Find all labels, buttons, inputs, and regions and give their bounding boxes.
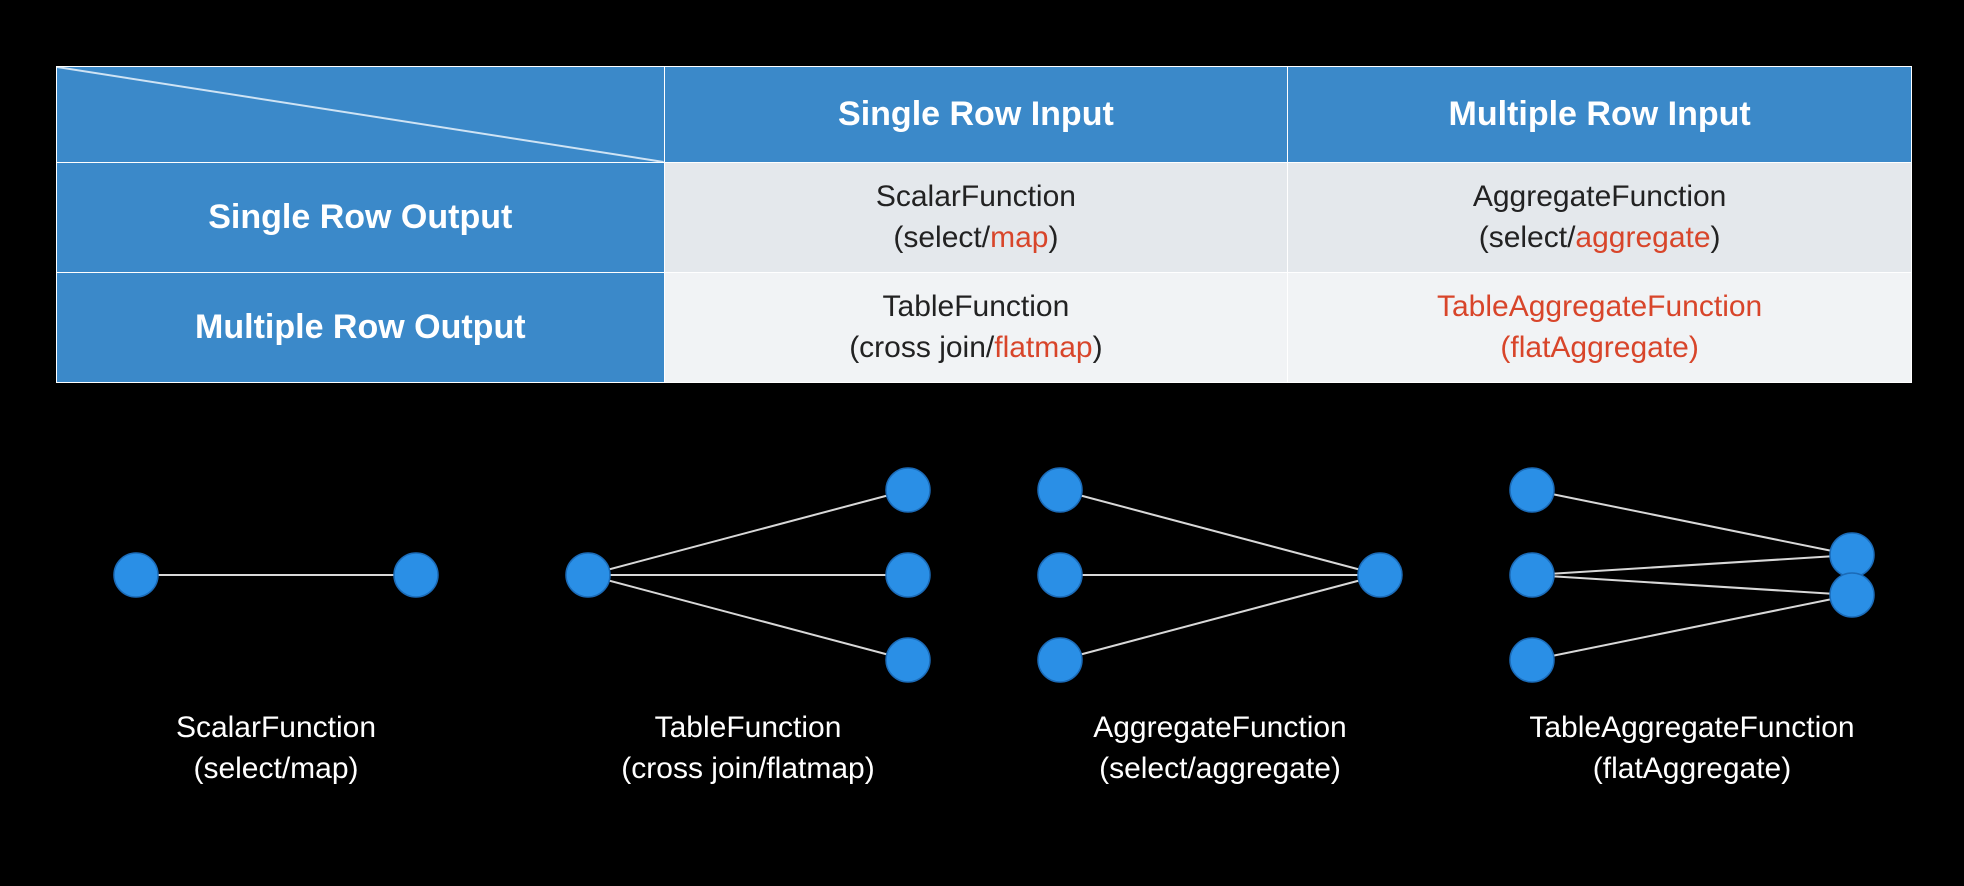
diagram-caption: TableAggregateFunction (flatAggregate): [1529, 708, 1854, 789]
diagram-aggregate-function: AggregateFunction (select/aggregate): [1000, 460, 1440, 789]
cell-table-function: TableFunction (cross join/flatmap): [664, 273, 1288, 383]
cell-aggregate-function: AggregateFunction (select/aggregate): [1288, 163, 1912, 273]
cell-scalar-function: ScalarFunction (select/map): [664, 163, 1288, 273]
diagram-caption: ScalarFunction (select/map): [176, 708, 376, 789]
diagram-caption: TableFunction (cross join/flatmap): [621, 708, 874, 789]
cell-table-aggregate-function: TableAggregateFunction (flatAggregate): [1288, 273, 1912, 383]
diagram-table-function: TableFunction (cross join/flatmap): [528, 460, 968, 789]
col-header-single-input: Single Row Input: [664, 67, 1288, 163]
col-header-multiple-input: Multiple Row Input: [1288, 67, 1912, 163]
diagram-row: ScalarFunction (select/map) TableFunctio…: [56, 460, 1912, 789]
diagram-table-aggregate-function: TableAggregateFunction (flatAggregate): [1472, 460, 1912, 789]
function-matrix-table: Single Row Input Multiple Row Input Sing…: [56, 66, 1912, 383]
row-header-multiple-output: Multiple Row Output: [57, 273, 665, 383]
row-header-single-output: Single Row Output: [57, 163, 665, 273]
diagram-scalar-function: ScalarFunction (select/map): [56, 460, 496, 789]
corner-cell: [57, 67, 665, 163]
diagram-caption: AggregateFunction (select/aggregate): [1093, 708, 1347, 789]
